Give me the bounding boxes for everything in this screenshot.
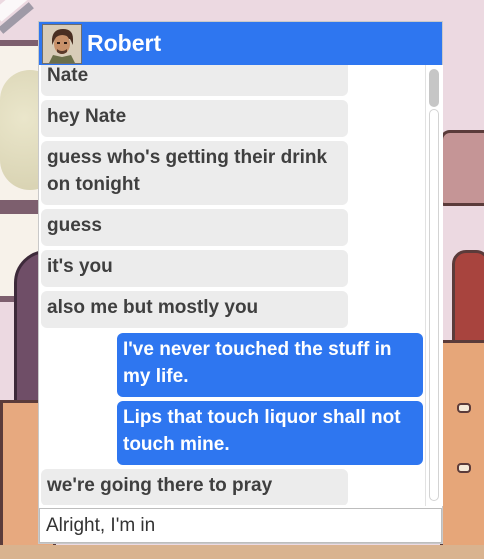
message-list[interactable]: Nate hey Nate guess who's getting their … bbox=[39, 65, 425, 505]
lamp-shade bbox=[440, 130, 484, 206]
message-scrollbar[interactable] bbox=[425, 65, 443, 506]
message-outgoing: I've never touched the stuff in my life. bbox=[117, 333, 423, 397]
cabinet-knob bbox=[457, 463, 471, 473]
message-incoming: hey Nate bbox=[41, 100, 348, 137]
floor bbox=[0, 545, 484, 559]
scrollbar-thumb[interactable] bbox=[429, 69, 439, 107]
message-incoming: we're going there to pray bbox=[41, 469, 348, 505]
reply-input[interactable]: Alright, I'm in bbox=[39, 508, 442, 543]
avatar-portrait-icon bbox=[43, 24, 81, 63]
contact-avatar[interactable] bbox=[42, 23, 82, 64]
message-incoming: guess who's getting their drink on tonig… bbox=[41, 141, 348, 205]
message-incoming: Nate bbox=[41, 65, 348, 96]
message-incoming: it's you bbox=[41, 250, 348, 287]
message-incoming: also me but mostly you bbox=[41, 291, 348, 328]
cabinet bbox=[440, 340, 484, 559]
message-incoming: guess bbox=[41, 209, 348, 246]
cabinet-knob bbox=[457, 403, 471, 413]
scrollbar-track[interactable] bbox=[429, 109, 439, 501]
chat-header: Robert bbox=[39, 22, 442, 65]
message-outgoing: Lips that touch liquor shall not touch m… bbox=[117, 401, 423, 465]
chat-window: Robert Nate hey Nate guess who's getting… bbox=[39, 22, 443, 543]
contact-name: Robert bbox=[87, 30, 162, 56]
lamp-base bbox=[452, 250, 484, 346]
